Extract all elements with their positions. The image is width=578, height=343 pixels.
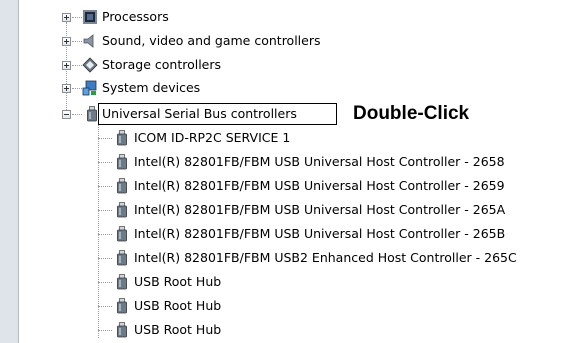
tree-connector bbox=[72, 88, 82, 89]
device-tree: Processors Sound, video and game control… bbox=[0, 0, 578, 343]
usb-device-item[interactable]: Intel(R) 82801FB/FBM USB Universal Host … bbox=[98, 152, 558, 172]
collapse-icon[interactable] bbox=[62, 110, 71, 119]
expand-icon[interactable] bbox=[62, 13, 71, 22]
tree-item-label: Processors bbox=[102, 9, 169, 24]
tree-connector bbox=[98, 330, 112, 331]
usb-device-label: USB Root Hub bbox=[134, 322, 222, 337]
usb-device-item[interactable]: USB Root Hub bbox=[98, 296, 298, 316]
usb-device-label: Intel(R) 82801FB/FBM USB2 Enhanced Host … bbox=[134, 250, 517, 265]
usb-plug-icon bbox=[117, 250, 127, 266]
usb-device-item[interactable]: USB Root Hub bbox=[98, 272, 298, 292]
tree-item-label: System devices bbox=[102, 80, 201, 95]
usb-device-label: Intel(R) 82801FB/FBM USB Universal Host … bbox=[134, 154, 505, 169]
tree-connector bbox=[98, 210, 112, 211]
usb-plug-icon bbox=[117, 154, 127, 170]
tree-connector bbox=[98, 186, 112, 187]
usb-device-label: USB Root Hub bbox=[134, 274, 222, 289]
double-click-annotation: Double-Click bbox=[353, 103, 470, 124]
tree-item-label: Storage controllers bbox=[102, 57, 222, 72]
usb-device-item[interactable]: ICOM ID-RP2C SERVICE 1 bbox=[98, 128, 398, 148]
expand-icon[interactable] bbox=[62, 61, 71, 70]
usb-device-item[interactable]: Intel(R) 82801FB/FBM USB Universal Host … bbox=[98, 200, 558, 220]
tree-item-processors[interactable]: Processors bbox=[60, 7, 260, 27]
tree-connector bbox=[98, 258, 112, 259]
usb-device-item[interactable]: USB Root Hub bbox=[98, 320, 298, 340]
focus-outline bbox=[98, 103, 337, 125]
tree-item-system-devices[interactable]: System devices bbox=[60, 78, 310, 98]
usb-device-label: USB Root Hub bbox=[134, 298, 222, 313]
tree-item-label: Sound, video and game controllers bbox=[102, 33, 321, 48]
tree-connector bbox=[72, 114, 82, 115]
tree-connector bbox=[98, 234, 112, 235]
tree-connector bbox=[72, 41, 82, 42]
usb-plug-icon bbox=[117, 178, 127, 194]
usb-plug-icon bbox=[117, 226, 127, 242]
tree-item-storage-controllers[interactable]: Storage controllers bbox=[60, 55, 310, 75]
usb-plug-icon bbox=[117, 202, 127, 218]
tree-connector bbox=[72, 17, 82, 18]
expand-icon[interactable] bbox=[62, 37, 71, 46]
speaker-icon bbox=[83, 34, 94, 48]
usb-device-label: Intel(R) 82801FB/FBM USB Universal Host … bbox=[134, 226, 506, 241]
usb-device-item[interactable]: Intel(R) 82801FB/FBM USB Universal Host … bbox=[98, 176, 558, 196]
tree-connector bbox=[98, 306, 112, 307]
usb-plug-icon bbox=[117, 130, 127, 146]
usb-device-label: Intel(R) 82801FB/FBM USB Universal Host … bbox=[134, 202, 506, 217]
storage-controller-icon bbox=[82, 57, 98, 73]
expand-icon[interactable] bbox=[62, 84, 71, 93]
usb-device-label: Intel(R) 82801FB/FBM USB Universal Host … bbox=[134, 178, 505, 193]
usb-device-label: ICOM ID-RP2C SERVICE 1 bbox=[134, 130, 291, 145]
tree-connector bbox=[98, 162, 112, 163]
processor-icon bbox=[83, 10, 97, 24]
tree-item-sound-video-game[interactable]: Sound, video and game controllers bbox=[60, 31, 380, 51]
usb-plug-icon bbox=[117, 322, 127, 338]
system-devices-icon bbox=[82, 80, 97, 96]
tree-connector bbox=[98, 138, 112, 139]
usb-device-item[interactable]: Intel(R) 82801FB/FBM USB Universal Host … bbox=[98, 224, 558, 244]
tree-connector bbox=[72, 65, 82, 66]
usb-device-item[interactable]: Intel(R) 82801FB/FBM USB2 Enhanced Host … bbox=[98, 248, 568, 268]
usb-plug-icon bbox=[117, 274, 127, 290]
usb-plug-icon bbox=[117, 298, 127, 314]
tree-connector bbox=[98, 282, 112, 283]
